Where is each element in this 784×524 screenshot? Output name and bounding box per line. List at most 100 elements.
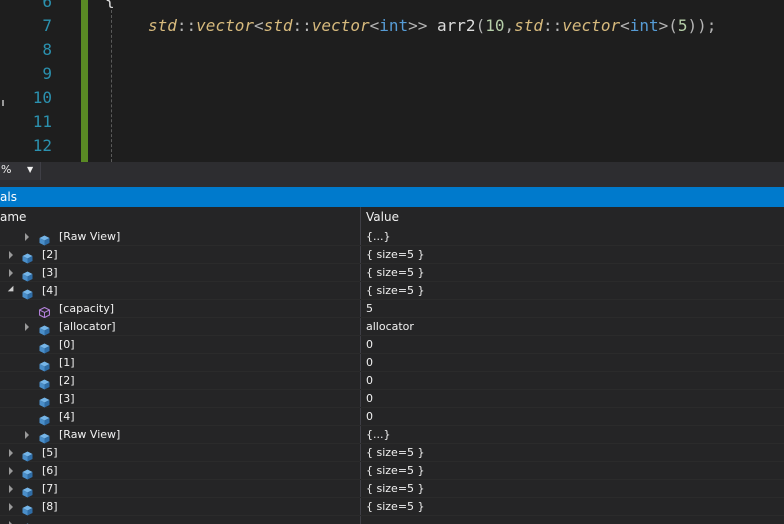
variable-value[interactable]: { size=5 } <box>366 266 425 279</box>
code-token: 10 <box>485 16 504 35</box>
code-token: < <box>254 16 264 35</box>
column-divider <box>360 282 361 299</box>
line-number: 8 <box>0 38 52 62</box>
code-token: std <box>514 16 543 35</box>
variable-name: [0] <box>59 338 75 351</box>
variable-name: [2] <box>59 374 75 387</box>
expand-arrow-icon[interactable] <box>23 228 33 245</box>
locals-title-bar[interactable]: als <box>0 187 784 207</box>
column-header: ame Value <box>0 207 784 229</box>
table-row[interactable]: [allocator] allocator <box>0 318 784 336</box>
table-row[interactable]: [4]0 <box>0 408 784 426</box>
table-row[interactable]: [2] 0 <box>0 372 784 390</box>
variable-value[interactable]: { size=5 } <box>366 500 425 513</box>
code-token: vector <box>312 16 370 35</box>
table-row[interactable]: [7] { size=5 } <box>0 480 784 498</box>
field-icon <box>22 285 33 296</box>
code-token: )); <box>688 16 717 35</box>
table-row[interactable]: [Raw View] {...} <box>0 426 784 444</box>
expand-arrow-icon[interactable] <box>7 264 17 281</box>
code-token: ( <box>476 16 486 35</box>
indent-guide <box>111 10 112 162</box>
table-row[interactable]: [6]{ size=5 } <box>0 462 784 480</box>
code-line[interactable]: std::vector<std::vector<int>> arr2(10,st… <box>148 14 716 38</box>
table-row[interactable]: [2] { size=5 } <box>0 246 784 264</box>
expand-arrow-icon[interactable] <box>7 444 17 461</box>
column-divider <box>360 390 361 407</box>
code-token: :: <box>543 16 562 35</box>
panel-splitter[interactable] <box>0 180 784 187</box>
table-row[interactable]: [3] { size=5 } <box>0 264 784 282</box>
column-divider <box>360 516 361 524</box>
table-row[interactable]: [0] 0 <box>0 336 784 354</box>
variable-name: [1] <box>59 356 75 369</box>
column-divider <box>360 462 361 479</box>
variable-value[interactable]: {...} <box>366 230 391 243</box>
line-number: 9 <box>0 62 52 86</box>
variable-name: [3] <box>42 266 58 279</box>
table-row[interactable]: [1] 0 <box>0 354 784 372</box>
zoom-dropdown[interactable]: % ▼ <box>0 162 41 180</box>
column-divider <box>360 246 361 263</box>
variable-value[interactable]: 0 <box>366 374 373 387</box>
expand-arrow-icon[interactable] <box>7 480 17 497</box>
collapse-arrow-icon[interactable] <box>7 282 17 299</box>
expand-arrow-icon[interactable] <box>23 426 33 443</box>
expand-arrow-icon[interactable] <box>7 516 17 524</box>
line-number: 11 <box>0 110 52 134</box>
table-row[interactable]: [Raw View]{...} <box>0 228 784 246</box>
code-token: vector <box>562 16 620 35</box>
code-token: , <box>504 16 514 35</box>
column-divider <box>360 408 361 425</box>
field-icon <box>22 249 33 260</box>
expand-arrow-icon[interactable] <box>7 462 17 479</box>
code-token: >( <box>659 16 678 35</box>
code-token: >> <box>408 16 437 35</box>
column-divider <box>360 498 361 515</box>
table-row[interactable]: [3]0 <box>0 390 784 408</box>
variable-value[interactable]: {...} <box>366 428 391 441</box>
expand-arrow-icon[interactable] <box>7 498 17 515</box>
expand-arrow-icon[interactable] <box>7 246 17 263</box>
column-divider[interactable] <box>360 207 361 228</box>
variable-value[interactable]: 0 <box>366 338 373 351</box>
code-token: :: <box>177 16 196 35</box>
code-token: arr2 <box>437 16 476 35</box>
variable-value[interactable]: allocator <box>366 320 414 333</box>
variable-value[interactable]: { size=5 } <box>366 446 425 459</box>
column-divider <box>360 336 361 353</box>
variable-value[interactable]: { size=5 } <box>366 284 425 297</box>
variable-value[interactable]: { size=5 } <box>366 464 425 477</box>
code-token: int <box>379 16 408 35</box>
field-icon <box>22 483 33 494</box>
table-row[interactable]: [capacity]5 <box>0 300 784 318</box>
table-row[interactable]: [5]{ size=5 } <box>0 444 784 462</box>
table-row[interactable]: [8]{ size=5 } <box>0 498 784 516</box>
code-token: 5 <box>678 16 688 35</box>
variable-name: [allocator] <box>59 320 116 333</box>
table-row[interactable] <box>0 516 784 524</box>
field-icon <box>22 267 33 278</box>
field-icon <box>39 231 50 242</box>
caret-down-icon: ▼ <box>27 165 33 174</box>
zoom-level: % <box>1 163 11 176</box>
field-icon <box>22 465 33 476</box>
variable-name: [7] <box>42 482 58 495</box>
variable-value[interactable]: 0 <box>366 356 373 369</box>
field-icon <box>39 429 50 440</box>
column-header-name[interactable]: ame <box>0 210 26 224</box>
expand-arrow-icon[interactable] <box>23 318 33 335</box>
variable-value[interactable]: 0 <box>366 392 373 405</box>
table-row[interactable]: [4]{ size=5 } <box>0 282 784 300</box>
line-number: 10 <box>0 86 52 110</box>
variable-name: [Raw View] <box>59 428 120 441</box>
variable-value[interactable]: { size=5 } <box>366 248 425 261</box>
column-header-value[interactable]: Value <box>366 210 399 224</box>
code-editor[interactable]: 6789101112 { std::vector<std::vector<int… <box>0 0 784 162</box>
field-icon <box>39 375 50 386</box>
variable-value[interactable]: { size=5 } <box>366 482 425 495</box>
code-token: vector <box>196 16 254 35</box>
variable-value[interactable]: 5 <box>366 302 373 315</box>
variable-name: [2] <box>42 248 58 261</box>
variable-value[interactable]: 0 <box>366 410 373 423</box>
